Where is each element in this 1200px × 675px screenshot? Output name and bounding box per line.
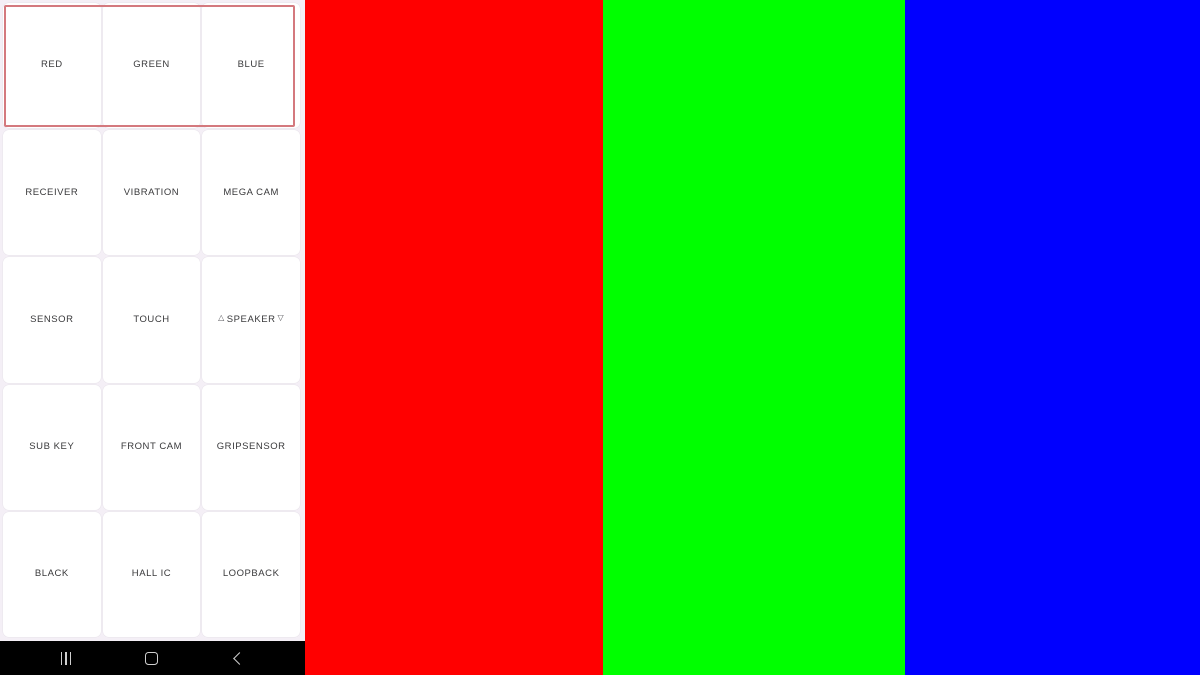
test-grid: RED GREEN BLUE RECEIVER VIBRATION MEGA C… bbox=[3, 3, 300, 637]
phone-panel: RED GREEN BLUE RECEIVER VIBRATION MEGA C… bbox=[0, 0, 305, 675]
android-nav-bar bbox=[0, 641, 305, 675]
grid-cell-label: RED bbox=[40, 59, 63, 71]
grid-cell-sub-key[interactable]: SUB KEY bbox=[3, 384, 101, 510]
back-icon bbox=[232, 651, 246, 665]
grid-cell-label: RECEIVER bbox=[25, 186, 79, 198]
grid-cell-red[interactable]: RED bbox=[3, 3, 101, 129]
home-icon bbox=[144, 651, 158, 665]
blue-color-band bbox=[905, 0, 1200, 675]
back-button[interactable] bbox=[208, 641, 266, 675]
grid-cell-label: TOUCH bbox=[133, 313, 170, 325]
grid-cell-label: BLUE bbox=[237, 59, 265, 71]
grid-cell-front-cam[interactable]: FRONT CAM bbox=[102, 384, 201, 510]
home-button[interactable] bbox=[122, 641, 180, 675]
grid-cell-gripsensor[interactable]: GRIPSENSOR bbox=[202, 384, 300, 510]
grid-cell-label: GRIPSENSOR bbox=[216, 440, 286, 452]
grid-cell-label: HALL IC bbox=[131, 568, 172, 580]
grid-cell-receiver[interactable]: RECEIVER bbox=[3, 130, 101, 256]
grid-cell-label: SPEAKER bbox=[226, 313, 276, 325]
grid-cell-label: SUB KEY bbox=[29, 440, 75, 452]
grid-cell-mega-cam[interactable]: MEGA CAM bbox=[202, 130, 300, 256]
grid-cell-label: GREEN bbox=[133, 59, 170, 71]
recents-icon bbox=[60, 651, 72, 665]
green-color-band bbox=[603, 0, 905, 675]
grid-cell-loopback[interactable]: LOOPBACK bbox=[202, 511, 300, 637]
grid-cell-label: FRONT CAM bbox=[120, 440, 183, 452]
red-color-band bbox=[305, 0, 603, 675]
grid-cell-label: SENSOR bbox=[30, 313, 74, 325]
triangle-up-icon[interactable]: △ bbox=[218, 314, 225, 323]
grid-cell-green[interactable]: GREEN bbox=[102, 3, 201, 129]
triangle-down-icon[interactable]: ▽ bbox=[278, 314, 285, 323]
recents-button[interactable] bbox=[37, 641, 95, 675]
grid-cell-label-speaker: △ SPEAKER ▽ bbox=[218, 313, 285, 325]
grid-cell-speaker[interactable]: △ SPEAKER ▽ bbox=[202, 257, 300, 383]
grid-cell-hall-ic[interactable]: HALL IC bbox=[102, 511, 201, 637]
grid-cell-blue[interactable]: BLUE bbox=[202, 3, 300, 129]
grid-cell-label: MEGA CAM bbox=[223, 186, 279, 198]
screen: RED GREEN BLUE RECEIVER VIBRATION MEGA C… bbox=[0, 0, 1200, 675]
grid-cell-touch[interactable]: TOUCH bbox=[102, 257, 201, 383]
grid-cell-vibration[interactable]: VIBRATION bbox=[102, 130, 201, 256]
grid-cell-label: BLACK bbox=[34, 568, 69, 580]
grid-cell-label: VIBRATION bbox=[123, 186, 180, 198]
grid-cell-sensor[interactable]: SENSOR bbox=[3, 257, 101, 383]
test-grid-area: RED GREEN BLUE RECEIVER VIBRATION MEGA C… bbox=[0, 0, 305, 641]
grid-cell-black[interactable]: BLACK bbox=[3, 511, 101, 637]
grid-cell-label: LOOPBACK bbox=[222, 568, 280, 580]
